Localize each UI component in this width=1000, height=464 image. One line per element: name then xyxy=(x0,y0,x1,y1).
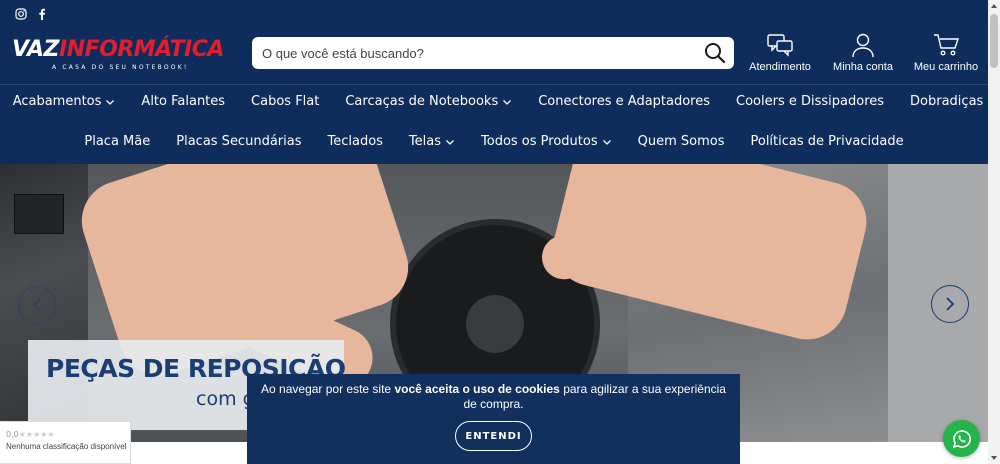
cart-icon xyxy=(934,34,959,56)
nav-alto-falantes[interactable]: Alto Falantes xyxy=(141,94,225,109)
page-scrollbar[interactable] xyxy=(988,0,1000,464)
category-nav-row-1: Acabamentos Alto Falantes Cabos Flat Car… xyxy=(0,94,988,109)
whatsapp-icon xyxy=(952,429,971,448)
logo-tagline: A CASA DO SEU NOTEBOOK! xyxy=(52,64,189,71)
site-logo[interactable]: VAZINFORMÁTICA A CASA DO SEU NOTEBOOK! xyxy=(12,37,224,74)
rating-widget[interactable]: 0,0★★★★★ Nenhuma classificação disponíve… xyxy=(0,421,131,464)
account-button[interactable]: Minha conta xyxy=(823,32,903,73)
nav-carcacas[interactable]: Carcaças de Notebooks xyxy=(345,94,512,109)
cookie-accept-button[interactable]: ENTENDI xyxy=(455,421,532,451)
nav-coolers[interactable]: Coolers e Dissipadores xyxy=(736,94,884,109)
cookie-text: Ao navegar por este site você aceita o u… xyxy=(261,382,726,411)
carousel-prev-button[interactable] xyxy=(18,286,56,324)
carousel-next-button[interactable] xyxy=(931,285,969,323)
page: VAZINFORMÁTICA A CASA DO SEU NOTEBOOK! A… xyxy=(0,0,1000,464)
support-label: Atendimento xyxy=(749,61,811,73)
header-actions: Atendimento Minha conta Meu carrinho xyxy=(740,32,989,73)
nav-conectores[interactable]: Conectores e Adaptadores xyxy=(538,94,710,109)
banner-fan-hub xyxy=(466,295,524,353)
nav-dobradicas[interactable]: Dobradiças xyxy=(910,94,983,109)
cart-label: Meu carrinho xyxy=(913,61,979,73)
rating-stars: 0,0★★★★★ xyxy=(6,430,55,439)
chevron-left-icon xyxy=(32,298,41,312)
nav-teclados[interactable]: Teclados xyxy=(327,134,382,149)
chevron-down-icon xyxy=(602,139,611,145)
site-header: VAZINFORMÁTICA A CASA DO SEU NOTEBOOK! A… xyxy=(0,0,988,164)
nav-politicas[interactable]: Políticas de Privacidade xyxy=(750,134,903,149)
support-button[interactable]: Atendimento xyxy=(740,32,820,73)
chevron-down-icon xyxy=(106,99,115,105)
cart-button[interactable]: Meu carrinho xyxy=(906,32,986,73)
search-icon[interactable] xyxy=(704,42,726,64)
chevron-down-icon xyxy=(503,99,512,105)
search-bar xyxy=(252,37,734,69)
banner-chip xyxy=(14,194,64,234)
account-label: Minha conta xyxy=(833,61,893,73)
nav-telas[interactable]: Telas xyxy=(409,134,455,149)
scrollbar-thumb[interactable] xyxy=(990,14,998,68)
chevron-right-icon xyxy=(946,297,955,311)
category-nav-row-2: Placa Mãe Placas Secundárias Teclados Te… xyxy=(0,134,988,149)
user-icon xyxy=(852,33,874,58)
nav-placas-secundarias[interactable]: Placas Secundárias xyxy=(176,134,301,149)
nav-todos-produtos[interactable]: Todos os Produtos xyxy=(481,134,612,149)
instagram-icon[interactable] xyxy=(15,5,27,20)
nav-placa-mae[interactable]: Placa Mãe xyxy=(84,134,150,149)
logo-wordmark: VAZINFORMÁTICA xyxy=(12,37,224,62)
nav-divider xyxy=(0,84,988,85)
whatsapp-button[interactable] xyxy=(943,420,980,457)
scroll-down-icon[interactable] xyxy=(990,454,998,462)
scroll-up-icon[interactable] xyxy=(990,2,998,10)
nav-cabos-flat[interactable]: Cabos Flat xyxy=(251,94,319,109)
nav-acabamentos[interactable]: Acabamentos xyxy=(13,94,116,109)
nav-quem-somos[interactable]: Quem Somos xyxy=(638,134,725,149)
facebook-icon[interactable] xyxy=(36,5,48,20)
chat-icon xyxy=(767,34,793,57)
social-links xyxy=(15,5,48,20)
search-input[interactable] xyxy=(262,37,692,69)
rating-text: Nenhuma classificação disponível xyxy=(6,442,127,451)
chevron-down-icon xyxy=(446,139,454,145)
cookie-banner: Ao navegar por este site você aceita o u… xyxy=(247,374,740,464)
